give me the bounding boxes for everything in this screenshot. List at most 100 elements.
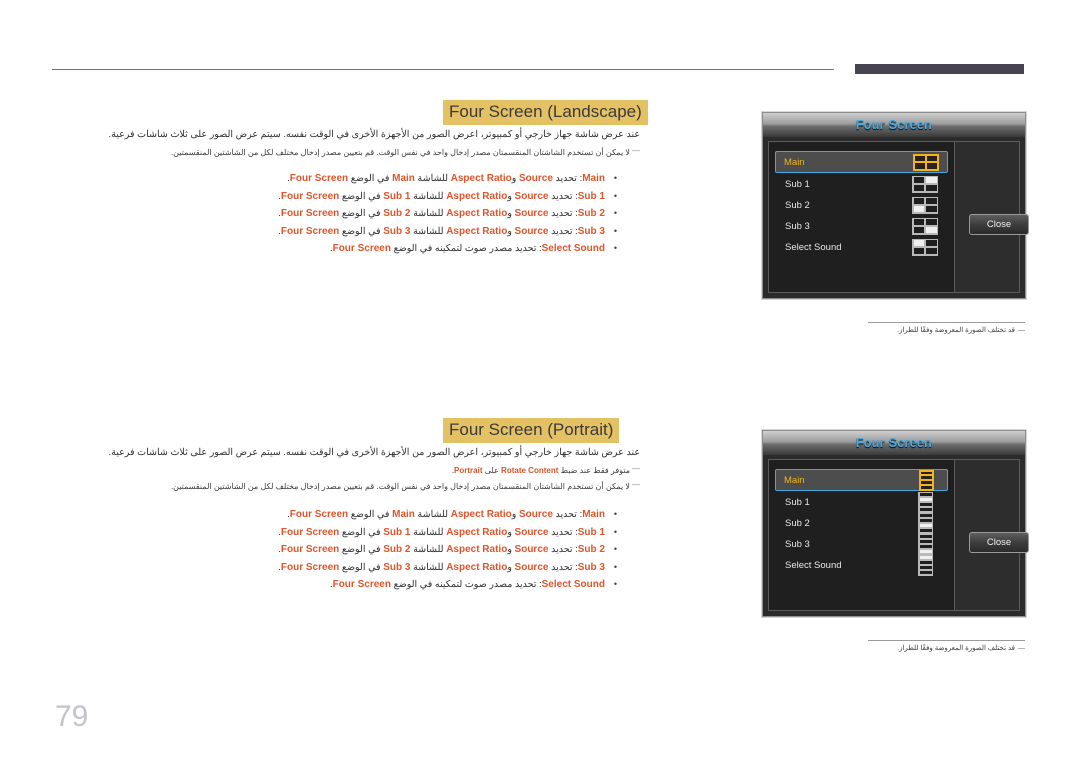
bullet-text: و <box>507 526 515 538</box>
osd-menu-list: Main Sub 1 Sub 2 Sub 3 Select Sound <box>769 460 955 610</box>
osd-title-text: Four Screen <box>855 118 933 132</box>
bullet-text: في الوضع <box>339 544 384 555</box>
osd-panel-landscape[interactable]: Four Screen Main Sub 1 Sub 2 Sub 3 Select So… <box>762 112 1029 299</box>
screen-segment <box>921 471 932 475</box>
osd-menu-item-sub-2[interactable]: Sub 2 <box>777 512 946 534</box>
bullet-text: و <box>507 208 515 219</box>
four-screen-stripe-icon <box>918 554 933 576</box>
osd-menu-item-label: Main <box>784 474 805 486</box>
screen-segment <box>913 219 925 226</box>
bullet-term-aspect-ratio: Aspect Ratio <box>446 544 508 555</box>
section-note-portrait-1: ―متوفر فقط عند ضبط Rotate Content على Po… <box>95 463 640 477</box>
osd-menu-item-label: Main <box>784 156 805 168</box>
osd-menu-item-select-sound[interactable]: Select Sound <box>777 237 946 257</box>
bullet-item: Sub 1: تحديد Source وAspect Ratio للشاشة… <box>95 188 617 206</box>
screen-segment <box>925 198 937 205</box>
section-note-landscape-1: ―لا يمكن أن تستخدم الشاشتان المنقسمتان م… <box>95 145 640 159</box>
osd-menu-list: Main Sub 1 Sub 2 Sub 3 Select Sound <box>769 142 955 292</box>
bullet-item: Select Sound: تحديد مصدر صوت لتمكينه في … <box>95 576 617 594</box>
screen-segment <box>919 493 932 497</box>
bullet-term-four-screen: Four Screen <box>332 579 391 590</box>
screen-segment <box>919 544 932 549</box>
bullet-item: Sub 2: تحديد Source وAspect Ratio للشاشة… <box>95 205 617 223</box>
osd-body: Main Sub 1 Sub 2 Sub 3 Select Sound Close <box>768 141 1029 293</box>
osd-menu-item-label: Select Sound <box>785 241 842 253</box>
bullet-text: للشاشة <box>410 208 447 219</box>
osd-menu-item-label: Sub 1 <box>785 178 810 190</box>
bullet-item: Sub 3: تحديد Source وAspect Ratio للشاشة… <box>95 559 617 577</box>
bullet-item: Select Sound: تحديد مصدر صوت لتمكينه في … <box>95 240 617 258</box>
screen-segment <box>921 485 932 489</box>
bullet-text: و <box>507 561 515 573</box>
note-dash-icon: ― <box>632 464 640 473</box>
bullet-item: Sub 1: تحديد Source وAspect Ratio للشاشة… <box>95 524 617 542</box>
bullet-term-source: Source <box>514 208 549 219</box>
four-screen-stripe-icon <box>919 469 934 491</box>
note-text: لا يمكن أن تستخدم الشاشتان المنقسمتان مص… <box>170 148 630 157</box>
bullet-term-screen: Sub 2 <box>383 544 411 555</box>
note-dash-icon: ― <box>632 480 640 489</box>
osd-panel-portrait[interactable]: Four Screen Main Sub 1 Sub 2 Sub 3 Select So… <box>762 430 1029 617</box>
four-screen-quadrant-icon <box>912 217 938 235</box>
screen-segment <box>921 481 932 484</box>
screen-segment <box>913 247 925 254</box>
bullet-term-source: Source <box>519 509 553 520</box>
screen-segment <box>925 205 937 212</box>
screen-segment <box>919 507 932 511</box>
caption-text: قد تختلف الصورة المعروضة وفقًا للطراز. <box>897 645 1015 652</box>
bullet-term: Sub 2 <box>577 544 605 555</box>
bullet-item: Main: تحديد Source وAspect Ratio للشاشة … <box>95 170 617 188</box>
bullet-text: : تحديد <box>548 544 578 555</box>
bullet-text: للشاشة <box>410 544 447 555</box>
caption-text: قد تختلف الصورة المعروضة وفقًا للطراز. <box>897 327 1015 334</box>
bullet-term-screen: Main <box>392 509 415 520</box>
bullet-term: Select Sound <box>541 579 605 590</box>
bullet-term-screen: Sub 1 <box>383 526 411 538</box>
four-screen-stripe-icon <box>918 512 933 534</box>
bullet-term-source: Source <box>519 173 553 184</box>
osd-menu-item-main[interactable]: Main <box>775 469 948 491</box>
screen-segment <box>919 535 932 539</box>
manual-page: Four Screen (Landscape) عند عرض شاشة جها… <box>0 0 1080 763</box>
osd-menu-item-sub-2[interactable]: Sub 2 <box>777 195 946 215</box>
section-heading-portrait: Four Screen (Portrait) <box>443 418 620 443</box>
osd-titlebar: Four Screen <box>763 431 1025 455</box>
osd-menu-item-sub-3[interactable]: Sub 3 <box>777 533 946 555</box>
close-button[interactable]: Close <box>969 214 1029 235</box>
bullet-term-four-screen: Four Screen <box>289 509 349 520</box>
screen-segment <box>913 205 925 212</box>
osd-menu-item-main[interactable]: Main <box>775 151 948 173</box>
bullet-term-source: Source <box>514 190 549 202</box>
osd-body: Main Sub 1 Sub 2 Sub 3 Select Sound Close <box>768 459 1029 611</box>
osd-menu-item-sub-1[interactable]: Sub 1 <box>777 491 946 513</box>
screen-segment <box>919 518 932 523</box>
close-button[interactable]: Close <box>969 532 1029 553</box>
osd-menu-item-select-sound[interactable]: Select Sound <box>777 554 946 576</box>
bullet-term-source: Source <box>514 544 549 555</box>
osd-menu-item-sub-1[interactable]: Sub 1 <box>777 174 946 194</box>
four-screen-quadrant-icon <box>912 196 938 214</box>
bullet-text: في الوضع <box>348 509 393 520</box>
bullet-item: Sub 2: تحديد Source وAspect Ratio للشاشة… <box>95 541 617 559</box>
page-number: 79 <box>55 700 89 733</box>
four-screen-quadrant-icon <box>912 175 938 193</box>
bullet-term-screen: Sub 3 <box>383 561 411 573</box>
screen-segment <box>913 198 925 205</box>
screen-segment <box>925 247 937 254</box>
bullet-term: Main <box>582 509 605 520</box>
bullet-term: Sub 2 <box>577 208 605 219</box>
bullet-text: و <box>507 190 515 202</box>
section-paragraph-landscape: عند عرض شاشة جهاز خارجي أو كمبيوتر، اعرض… <box>108 129 640 140</box>
bullet-item: Main: تحديد Source وAspect Ratio للشاشة … <box>95 506 617 524</box>
bullet-term-source: Source <box>514 225 549 237</box>
bullet-term: Sub 1 <box>577 190 605 202</box>
osd-menu-item-sub-3[interactable]: Sub 3 <box>777 216 946 236</box>
bullet-text: للشاشة <box>414 509 451 520</box>
bullet-term-aspect-ratio: Aspect Ratio <box>450 509 512 520</box>
note-term-portrait: Portrait <box>454 466 483 475</box>
bullet-term-screen: Sub 2 <box>383 208 411 219</box>
four-screen-stripe-icon <box>918 491 933 513</box>
screen-segment <box>927 155 937 161</box>
bullet-text: و <box>507 225 515 237</box>
bullet-text: و <box>511 509 519 520</box>
